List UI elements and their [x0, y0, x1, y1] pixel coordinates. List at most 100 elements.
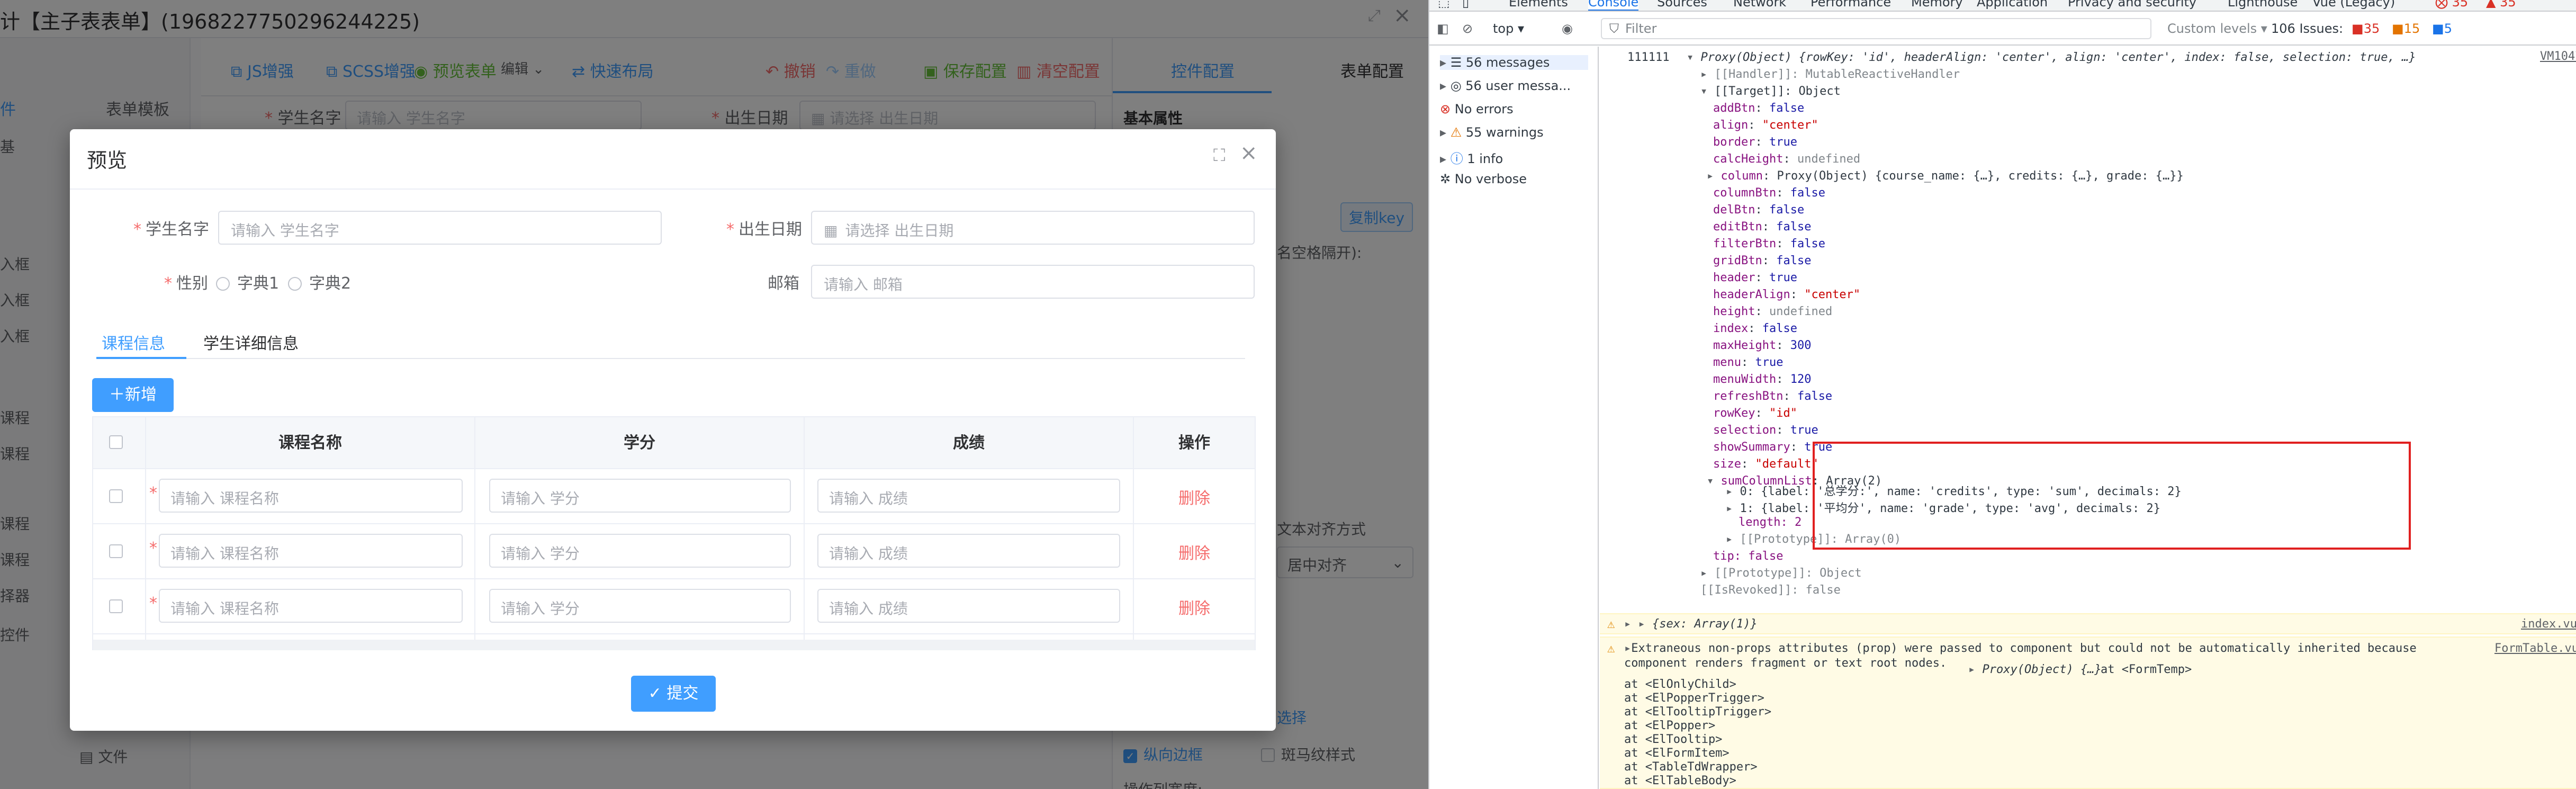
- course-input[interactable]: 请输入 课程名称: [159, 589, 463, 623]
- inspect-icon[interactable]: ⬚: [1438, 0, 1450, 10]
- handler-node[interactable]: ▸ [[Handler]]: MutableReactiveHandler: [1700, 68, 1960, 81]
- messages-filter[interactable]: ▸ ☰ 56 messages: [1440, 55, 1588, 70]
- warnings-filter[interactable]: ▸ ⚠ 55 warnings: [1440, 125, 1544, 140]
- add-row-button[interactable]: ＋新增: [92, 378, 174, 412]
- warning-count-badge[interactable]: ▲ 35: [2486, 0, 2516, 10]
- prop-border: border: true: [1713, 136, 1797, 149]
- error-icon: ⊗: [1440, 102, 1455, 116]
- calendar-icon: ▦: [824, 222, 838, 239]
- info-filter[interactable]: ▸ ⓘ 1 info: [1440, 148, 1503, 167]
- gender-radio-1[interactable]: 字典1: [216, 270, 279, 293]
- source-link[interactable]: FormTable.vue:: [2494, 642, 2576, 655]
- proxy-summary[interactable]: ▾ Proxy(Object) {rowKey: 'id', headerAli…: [1687, 51, 2416, 64]
- grade-input[interactable]: 请输入 成绩: [817, 479, 1120, 513]
- tab-lighthouse[interactable]: Lighthouse: [2228, 0, 2298, 10]
- target-node[interactable]: ▾ [[Target]]: Object: [1700, 85, 1841, 98]
- delete-button[interactable]: 删除: [1131, 595, 1258, 618]
- warning-proxy[interactable]: ▸ Proxy(Object) {…}: [1968, 663, 2102, 676]
- row-checkbox[interactable]: [109, 544, 123, 558]
- verbose-filter[interactable]: ✲ No verbose: [1440, 172, 1527, 186]
- select-all-checkbox[interactable]: [109, 435, 123, 449]
- prop-columnbtn: columnBtn: false: [1713, 186, 1825, 200]
- course-input[interactable]: 请输入 课程名称: [159, 534, 463, 568]
- birth-date-input[interactable]: ▦ 请选择 出生日期: [811, 211, 1255, 245]
- warning-at: at <FormTemp>: [2101, 663, 2192, 676]
- tab-elements[interactable]: Elements: [1509, 0, 1568, 10]
- prop-menu: menu: true: [1713, 356, 1784, 369]
- tab-network[interactable]: Network: [1733, 0, 1786, 10]
- tab-vue[interactable]: Vue (Legacy): [2312, 0, 2395, 10]
- warning-message[interactable]: ⚠ ▸ ▸ {sex: Array(1)} index.vue:: [1600, 613, 2576, 634]
- clear-console-icon[interactable]: ⊘: [1462, 21, 1473, 36]
- prop-maxheight: maxHeight: 300: [1713, 339, 1812, 352]
- console-toolbar: ◧ ⊘ top ▾ ◉ ⛉ Filter Custom levels ▾ 106…: [1429, 13, 2576, 46]
- prop-selection: selection: true: [1713, 424, 1818, 437]
- check-icon: ✓: [648, 684, 667, 703]
- required-mark: *: [149, 484, 157, 503]
- credits-input[interactable]: 请输入 学分: [489, 534, 791, 568]
- row-checkbox[interactable]: [109, 599, 123, 613]
- tabs-underline: [96, 358, 1245, 359]
- errors-filter[interactable]: ⊗ No errors: [1440, 102, 1514, 116]
- prop-editbtn: editBtn: false: [1713, 220, 1812, 234]
- credits-input[interactable]: 请输入 学分: [489, 589, 791, 623]
- table-scrollbar[interactable]: [93, 640, 1255, 650]
- issues-label[interactable]: 106 Issues:: [2271, 21, 2343, 36]
- annotation-highlight-box: [1813, 442, 2411, 550]
- course-table: 课程名称 学分 成绩 操作 * 请输入 课程名称 请输入 学分 请输入 成绩 删…: [92, 416, 1256, 650]
- user-messages-filter[interactable]: ▸ ◎ 56 user messa...: [1440, 78, 1571, 93]
- context-select[interactable]: top ▾: [1493, 21, 1524, 36]
- source-link[interactable]: index.vue:: [2521, 617, 2576, 631]
- source-link[interactable]: VM1047: [2540, 50, 2576, 63]
- error-count-badge[interactable]: ⨂ 35: [2435, 0, 2468, 10]
- submit-button[interactable]: ✓ 提交: [631, 676, 716, 712]
- tab-application[interactable]: Application: [1977, 0, 2048, 10]
- eye-icon[interactable]: ◉: [1562, 21, 1573, 36]
- prop-headeralign: headerAlign: "center": [1713, 288, 1861, 301]
- object-prototype[interactable]: ▸ [[Prototype]]: Object: [1700, 567, 1862, 580]
- close-icon[interactable]: ×: [1240, 141, 1258, 165]
- log-prefix: 111111: [1627, 51, 1670, 64]
- tab-sources[interactable]: Sources: [1657, 0, 1707, 10]
- issues-warning-count[interactable]: ■15: [2392, 21, 2420, 36]
- prop-size: size: "default": [1713, 458, 1818, 471]
- tab-console[interactable]: Console: [1588, 0, 1639, 11]
- tab-memory[interactable]: Memory: [1911, 0, 1963, 10]
- maximize-icon[interactable]: ⛶: [1213, 145, 1225, 166]
- course-input[interactable]: 请输入 课程名称: [159, 479, 463, 513]
- prop-column[interactable]: ▸ column: Proxy(Object) {course_name: {……: [1707, 169, 2184, 183]
- delete-button[interactable]: 删除: [1131, 485, 1258, 508]
- issues-error-count[interactable]: ■35: [2352, 21, 2380, 36]
- student-name-input[interactable]: 请输入 学生名字: [218, 211, 662, 245]
- log-levels-select[interactable]: Custom levels ▾: [2167, 21, 2267, 36]
- console-filter-input[interactable]: ⛉ Filter: [1601, 18, 2151, 39]
- delete-button[interactable]: 删除: [1131, 540, 1258, 563]
- dialog-title: 预览: [87, 149, 128, 172]
- prop-calcheight: calcHeight: undefined: [1713, 153, 1861, 166]
- tab-privacy[interactable]: Privacy and security: [2068, 0, 2196, 10]
- credits-input[interactable]: 请输入 学分: [489, 479, 791, 513]
- table-row: * 请输入 课程名称 请输入 学分 请输入 成绩 删除: [93, 469, 1255, 524]
- sidebar-toggle-icon[interactable]: ◧: [1437, 21, 1449, 36]
- warning-message[interactable]: ⚠ ▸Extraneous non-props attributes (prop…: [1600, 636, 2576, 789]
- email-input[interactable]: 请输入 邮箱: [811, 265, 1255, 299]
- console-output: 111111 ▾ Proxy(Object) {rowKey: 'id', he…: [1600, 47, 2576, 789]
- row-checkbox[interactable]: [109, 489, 123, 503]
- tab-student-detail[interactable]: 学生详细信息: [203, 330, 299, 354]
- table-row: * 请输入 课程名称 请输入 学分 请输入 成绩 删除: [93, 579, 1255, 634]
- header-course: 课程名称: [278, 434, 342, 452]
- gender-radio-2[interactable]: 字典2: [288, 270, 351, 293]
- tab-course-info[interactable]: 课程信息: [102, 330, 165, 354]
- grade-input[interactable]: 请输入 成绩: [817, 534, 1120, 568]
- gender-label: * 性别: [164, 274, 208, 293]
- grade-input[interactable]: 请输入 成绩: [817, 589, 1120, 623]
- stack-line: at <TableTdWrapper>: [1624, 760, 1758, 774]
- issues-info-count[interactable]: ■5: [2432, 21, 2452, 36]
- device-toggle-icon[interactable]: ▯: [1462, 0, 1469, 10]
- stack-line: at <ElTooltip>: [1624, 733, 1723, 746]
- warning-text: component renders fragment or text root …: [1624, 657, 1947, 670]
- tab-performance[interactable]: Performance: [1811, 0, 1891, 10]
- prop-addbtn: addBtn: false: [1713, 102, 1805, 115]
- prop-refreshbtn: refreshBtn: false: [1713, 390, 1833, 403]
- filter-icon: ⛉: [1609, 21, 1619, 36]
